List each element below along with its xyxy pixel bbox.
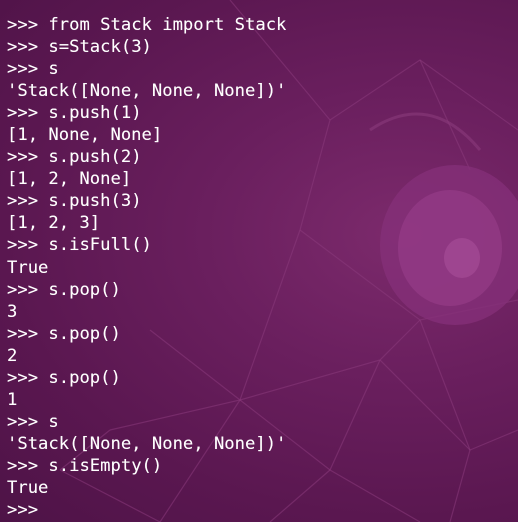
- command-text: from Stack import Stack: [48, 15, 287, 35]
- output-text: 1: [7, 389, 18, 410]
- terminal-output-line: 3: [7, 301, 515, 323]
- python-prompt: >>>: [7, 455, 39, 476]
- output-text: [1, None, None]: [7, 125, 163, 146]
- output-text: True: [7, 257, 49, 278]
- command-text: s.push(2): [48, 147, 142, 168]
- terminal-input-line: >>> s.pop(): [7, 323, 515, 345]
- terminal-output-line: 1: [7, 389, 515, 411]
- output-text: 2: [7, 345, 18, 366]
- terminal-input-line: >>> s.isFull(): [7, 234, 515, 256]
- python-prompt: >>>: [7, 235, 39, 256]
- command-text: s.pop(): [48, 279, 121, 300]
- python-prompt: >>>: [7, 191, 39, 212]
- python-prompt: >>>: [7, 500, 39, 521]
- terminal-input-line: >>> s.push(1): [7, 102, 515, 124]
- terminal-output-line: [1, 2, 3]: [7, 212, 515, 234]
- terminal-input-line: >>> s: [7, 411, 515, 433]
- command-text: s: [48, 411, 59, 432]
- terminal-output-line: [1, 2, None]: [7, 168, 515, 190]
- terminal-output-line: True: [7, 257, 515, 279]
- terminal-input-line: >>> s.pop(): [7, 367, 515, 389]
- command-text: s=Stack(3): [48, 37, 152, 58]
- command-text: s.pop(): [48, 367, 121, 388]
- output-text: 'Stack([None, None, None])': [7, 81, 287, 102]
- terminal-input-line: >>> s.isEmpty(): [7, 455, 515, 477]
- command-text: s.isFull(): [48, 235, 152, 256]
- python-prompt: >>>: [7, 59, 39, 80]
- terminal-output-line: 'Stack([None, None, None])': [7, 80, 515, 102]
- python-prompt: >>>: [7, 279, 39, 300]
- terminal-input-line: >>> s.pop(): [7, 279, 515, 301]
- terminal-input-line: >>> s.push(3): [7, 190, 515, 212]
- command-text: s.isEmpty(): [48, 455, 163, 476]
- terminal-output[interactable]: >>> from Stack import Stack >>> s=Stack(3) >…: [7, 14, 515, 521]
- command-text: s.push(1): [48, 103, 142, 124]
- python-prompt: >>>: [7, 323, 39, 344]
- terminal-input-line: >>> s.push(2): [7, 146, 515, 168]
- python-prompt: >>>: [7, 147, 39, 168]
- python-prompt: >>>: [7, 37, 39, 58]
- terminal-output-line: 'Stack([None, None, None])': [7, 433, 515, 455]
- python-prompt: >>>: [7, 103, 39, 124]
- python-prompt: >>>: [7, 411, 39, 432]
- output-text: 3: [7, 301, 18, 322]
- output-text: 'Stack([None, None, None])': [7, 433, 287, 454]
- command-text: s: [48, 59, 59, 80]
- terminal-output-line: True: [7, 477, 515, 499]
- output-text: True: [7, 477, 49, 498]
- terminal-input-line: >>>: [7, 499, 515, 521]
- terminal-input-line: >>> from Stack import Stack: [7, 14, 515, 36]
- command-text: s.pop(): [48, 323, 121, 344]
- output-text: [1, 2, 3]: [7, 213, 101, 234]
- terminal-input-line: >>> s: [7, 58, 515, 80]
- output-text: [1, 2, None]: [7, 169, 132, 190]
- python-prompt: >>>: [7, 15, 39, 35]
- terminal-input-line: >>> s=Stack(3): [7, 36, 515, 58]
- terminal-output-line: 2: [7, 345, 515, 367]
- terminal-output-line: [1, None, None]: [7, 124, 515, 146]
- command-text: s.push(3): [48, 191, 142, 212]
- python-prompt: >>>: [7, 367, 39, 388]
